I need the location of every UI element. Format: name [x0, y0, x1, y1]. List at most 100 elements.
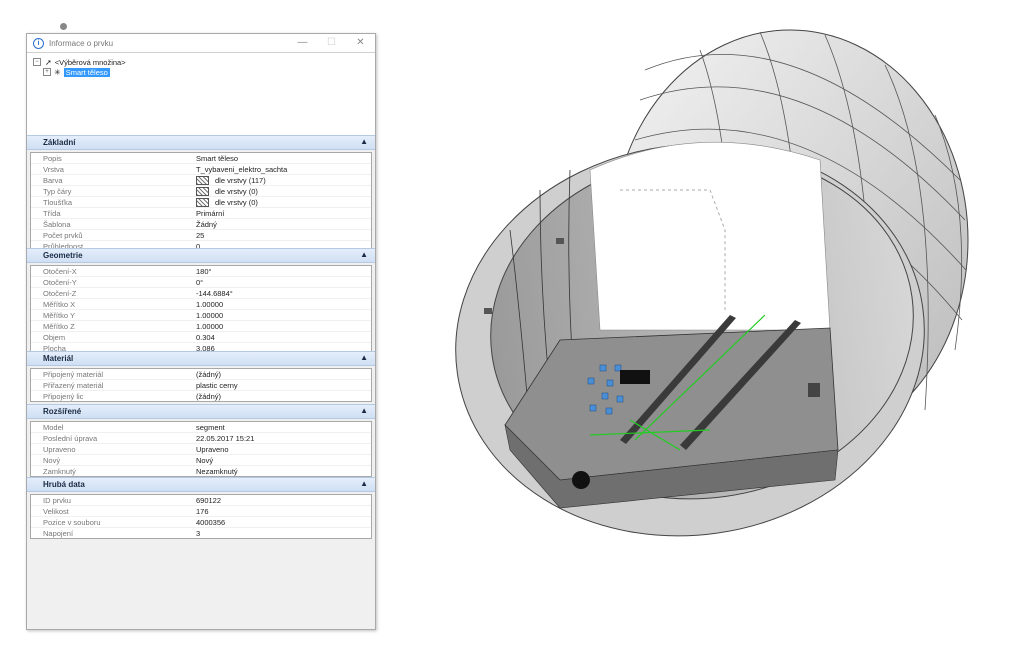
property-key: Zamknutý [43, 466, 76, 476]
section-header-raw-data[interactable]: Hrubá data ▲ [27, 477, 375, 492]
floor-hatch [620, 370, 650, 384]
tree-child-label[interactable]: Smart těleso [63, 67, 110, 77]
property-row[interactable]: Model segment [31, 422, 371, 433]
tunnel-segment-model[interactable] [440, 29, 969, 550]
collapse-caret-icon[interactable]: ▲ [360, 250, 368, 259]
property-key: Měřítko X [43, 299, 76, 309]
property-row[interactable]: Popis Smart těleso [31, 153, 371, 164]
property-row[interactable]: Měřítko Z 1.00000 [31, 321, 371, 332]
property-key: Nový [43, 455, 61, 465]
minimize-button[interactable]: — [288, 34, 317, 52]
property-row[interactable]: Měřítko Y 1.00000 [31, 310, 371, 321]
property-row[interactable]: ID prvku 690122 [31, 495, 371, 506]
property-row[interactable]: Typ čáry dle vrstvy (0) [31, 186, 371, 197]
property-value: dle vrstvy (0) [215, 197, 258, 207]
property-key: Šablona [43, 219, 71, 229]
section-title: Materiál [43, 354, 74, 363]
property-row[interactable]: Poslední úprava 22.05.2017 15:21 [31, 433, 371, 444]
property-row[interactable]: Vrstva T_vybaveni_elektro_sachta [31, 164, 371, 175]
property-row[interactable]: Šablona Žádný [31, 219, 371, 230]
property-value: 176 [196, 506, 209, 516]
property-key: Měřítko Z [43, 321, 75, 331]
close-button[interactable]: ✕ [346, 34, 375, 52]
property-row[interactable]: Barva dle vrstvy (117) [31, 175, 371, 186]
property-table: Otočení-X 180° Otočení-Y 0° Otočení-Z -144.… [30, 265, 372, 354]
property-row[interactable]: Upraveno Upraveno [31, 444, 371, 455]
cursor-arrow-icon: ➚ [45, 57, 52, 67]
property-value: 4000356 [196, 517, 226, 527]
property-row[interactable]: Tloušťka dle vrstvy (0) [31, 197, 371, 208]
property-table: Připojený materiál (žádný) Přiřazený mate… [30, 368, 372, 402]
property-key: Model [43, 422, 64, 432]
property-value: plastic cerny [196, 380, 238, 390]
property-row[interactable]: Přiřazený materiál plastic cerny [31, 380, 371, 391]
property-key: Vrstva [43, 164, 64, 174]
tree-node-root[interactable]: − ➚ <Výběrová množina> [33, 57, 126, 67]
property-value: T_vybaveni_elektro_sachta [196, 164, 288, 174]
expand-icon[interactable]: + [43, 68, 51, 76]
property-key: Typ čáry [43, 186, 72, 196]
collapse-icon[interactable]: − [33, 58, 41, 66]
tree-node-child[interactable]: + ✳ Smart těleso [43, 67, 110, 77]
property-value-cell: dle vrstvy (0) [196, 197, 371, 207]
section-geometry: Geometrie ▲ Otočení-X 180° Otočení-Y 0° Ot… [27, 248, 375, 354]
wall-fixture [556, 238, 564, 244]
property-value: (žádný) [196, 391, 222, 401]
property-row[interactable]: Počet prvků 25 [31, 230, 371, 241]
property-row[interactable]: Zamknutý Nezamknutý [31, 466, 371, 476]
property-row[interactable]: Připojený lic (žádný) [31, 391, 371, 401]
property-row[interactable]: Měřítko X 1.00000 [31, 299, 371, 310]
section-header-basic[interactable]: Základní ▲ [27, 135, 375, 150]
wall-fixture [808, 383, 820, 397]
property-value: 690122 [196, 495, 222, 505]
model-viewport[interactable] [440, 10, 1000, 550]
property-row[interactable]: Velikost 176 [31, 506, 371, 517]
property-row[interactable]: Otočení-Y 0° [31, 277, 371, 288]
property-key: Poslední úprava [43, 433, 98, 443]
color-swatch-icon [196, 175, 209, 185]
linetype-swatch-icon [196, 186, 209, 196]
collapse-caret-icon[interactable]: ▲ [360, 406, 368, 415]
collapse-caret-icon[interactable]: ▲ [360, 479, 368, 488]
drain-hole [572, 471, 590, 489]
property-value-cell: dle vrstvy (0) [196, 186, 371, 196]
window-grip[interactable] [60, 23, 67, 30]
property-value: (žádný) [196, 369, 222, 379]
tree-root-label: <Výběrová množina> [54, 57, 126, 67]
maximize-button[interactable]: ☐ [317, 34, 346, 52]
section-header-geometry[interactable]: Geometrie ▲ [27, 248, 375, 263]
property-row[interactable]: Nový Nový [31, 455, 371, 466]
property-value: Primární [196, 208, 225, 218]
property-value: dle vrstvy (0) [215, 186, 258, 196]
property-table: Model segment Poslední úprava 22.05.2017 1… [30, 421, 372, 477]
section-header-material[interactable]: Materiál ▲ [27, 351, 375, 366]
property-row[interactable]: Třída Primární [31, 208, 371, 219]
property-value: 22.05.2017 15:21 [196, 433, 255, 443]
property-table: Popis Smart těleso Vrstva T_vybaveni_elekt… [30, 152, 372, 252]
wall-fixture [484, 308, 492, 314]
property-row[interactable]: Připojený materiál (žádný) [31, 369, 371, 380]
property-row[interactable]: Napojení 3 [31, 528, 371, 538]
property-key: Velikost [43, 506, 69, 516]
property-key: Pozice v souboru [43, 517, 101, 527]
property-value: 1.00000 [196, 299, 224, 309]
section-header-extended[interactable]: Rozšířené ▲ [27, 404, 375, 419]
property-value: 3 [196, 528, 201, 538]
title-bar[interactable]: i Informace o prvku — ☐ ✕ [27, 34, 375, 52]
property-value: Nový [196, 455, 214, 465]
element-info-dialog: i Informace o prvku — ☐ ✕ − ➚ <Výběrová … [26, 33, 376, 630]
collapse-caret-icon[interactable]: ▲ [360, 137, 368, 146]
property-key: Otočení-Z [43, 288, 77, 298]
property-key: Třída [43, 208, 61, 218]
property-row[interactable]: Objem 0.304 [31, 332, 371, 343]
property-value: 180° [196, 266, 212, 276]
property-key: Přiřazený materiál [43, 380, 104, 390]
collapse-caret-icon[interactable]: ▲ [360, 353, 368, 362]
property-row[interactable]: Pozice v souboru 4000356 [31, 517, 371, 528]
property-value: Upraveno [196, 444, 229, 454]
section-title: Rozšířené [43, 407, 82, 416]
section-title: Hrubá data [43, 480, 85, 489]
property-row[interactable]: Otočení-Z -144.6884° [31, 288, 371, 299]
property-key: Připojený materiál [43, 369, 104, 379]
property-row[interactable]: Otočení-X 180° [31, 266, 371, 277]
